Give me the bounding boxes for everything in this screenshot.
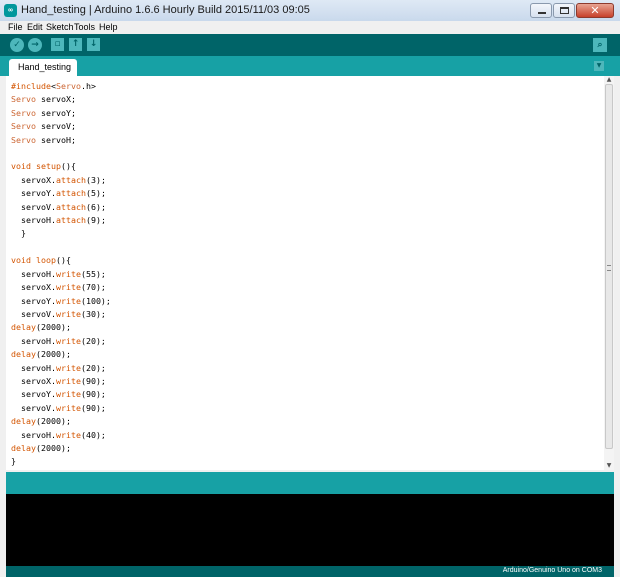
menu-help[interactable]: Help bbox=[99, 21, 118, 33]
tab-bar: Hand_testing ▼ bbox=[0, 56, 620, 76]
code-line[interactable]: Servo servoH; bbox=[11, 135, 76, 145]
title-bar: ∞ Hand_testing | Arduino 1.6.6 Hourly Bu… bbox=[0, 0, 620, 22]
code-editor[interactable]: #include<Servo.h> Servo servoX; Servo se… bbox=[6, 76, 604, 470]
arrow-right-icon: → bbox=[31, 40, 39, 50]
code-line[interactable]: delay(2000); bbox=[11, 416, 71, 426]
right-margin bbox=[614, 76, 620, 470]
minimize-icon bbox=[538, 12, 546, 14]
save-button[interactable]: ↓ bbox=[87, 38, 100, 51]
code-line[interactable]: servoH.write(40); bbox=[11, 430, 106, 440]
code-line[interactable]: servoY.write(90); bbox=[11, 389, 106, 399]
minimize-button[interactable] bbox=[530, 3, 552, 18]
code-line[interactable]: servoX.write(70); bbox=[11, 282, 106, 292]
grip-icon bbox=[607, 265, 611, 271]
code-line[interactable]: void setup(){ bbox=[11, 161, 76, 171]
code-line[interactable]: servoY.attach(5); bbox=[11, 188, 106, 198]
code-line[interactable]: } bbox=[11, 228, 26, 238]
magnifier-icon: ⌕ bbox=[597, 40, 603, 50]
code-line[interactable]: servoY.write(100); bbox=[11, 296, 111, 306]
close-icon: ✕ bbox=[590, 4, 600, 17]
code-line[interactable]: servoH.write(20); bbox=[11, 363, 106, 373]
code-line[interactable]: servoX.write(90); bbox=[11, 376, 106, 386]
menu-file[interactable]: File bbox=[8, 21, 23, 33]
scroll-up-icon[interactable]: ▲ bbox=[604, 76, 614, 84]
upload-button[interactable]: → bbox=[28, 38, 42, 52]
code-line[interactable]: servoH.write(20); bbox=[11, 336, 106, 346]
status-bar: Arduino/Genuino Uno on COM3 bbox=[6, 566, 614, 577]
code-line[interactable]: servoV.attach(6); bbox=[11, 202, 106, 212]
menu-sketch[interactable]: Sketch bbox=[46, 21, 74, 33]
maximize-icon bbox=[560, 7, 569, 14]
code-line[interactable]: servoX.attach(3); bbox=[11, 175, 106, 185]
code-line[interactable]: servoH.write(55); bbox=[11, 269, 106, 279]
message-area bbox=[6, 472, 614, 494]
editor-scrollbar[interactable]: ▲ ▼ bbox=[604, 76, 614, 470]
code-line[interactable]: #include<Servo.h> bbox=[11, 81, 96, 91]
tab-hand-testing[interactable]: Hand_testing bbox=[9, 59, 77, 76]
new-file-icon: ▫ bbox=[54, 39, 61, 49]
console-output[interactable] bbox=[6, 494, 614, 566]
maximize-button[interactable] bbox=[553, 3, 575, 18]
code-line[interactable]: servoH.attach(9); bbox=[11, 215, 106, 225]
code-line[interactable]: Servo servoV; bbox=[11, 121, 76, 131]
code-line[interactable]: } bbox=[11, 456, 16, 466]
scroll-down-icon[interactable]: ▼ bbox=[604, 462, 614, 470]
open-button[interactable]: ↑ bbox=[69, 38, 82, 51]
board-port-status: Arduino/Genuino Uno on COM3 bbox=[502, 567, 602, 574]
code-line[interactable]: servoV.write(30); bbox=[11, 309, 106, 319]
right-margin-lower bbox=[614, 470, 620, 577]
close-button[interactable]: ✕ bbox=[576, 3, 614, 18]
chevron-down-icon: ▼ bbox=[596, 62, 602, 69]
code-text[interactable]: #include<Servo.h> Servo servoX; Servo se… bbox=[11, 80, 111, 469]
scrollbar-thumb[interactable] bbox=[605, 84, 613, 449]
window-controls: ✕ bbox=[529, 3, 614, 18]
verify-button[interactable]: ✓ bbox=[10, 38, 24, 52]
menu-bar: File Edit Sketch Tools Help bbox=[0, 21, 620, 34]
tab-menu-button[interactable]: ▼ bbox=[594, 61, 604, 71]
arrow-up-icon: ↑ bbox=[71, 39, 80, 49]
arrow-down-icon: ↓ bbox=[89, 39, 98, 49]
toolbar: ✓ → ▫ ↑ ↓ ⌕ bbox=[0, 34, 620, 56]
code-line[interactable]: Servo servoY; bbox=[11, 108, 76, 118]
menu-tools[interactable]: Tools bbox=[74, 21, 95, 33]
new-button[interactable]: ▫ bbox=[51, 38, 64, 51]
tab-label: Hand_testing bbox=[18, 62, 72, 72]
code-line[interactable]: delay(2000); bbox=[11, 443, 71, 453]
code-line[interactable]: Servo servoX; bbox=[11, 94, 76, 104]
check-icon: ✓ bbox=[13, 40, 21, 50]
code-line[interactable]: servoV.write(90); bbox=[11, 403, 106, 413]
menu-edit[interactable]: Edit bbox=[27, 21, 43, 33]
window-title: Hand_testing | Arduino 1.6.6 Hourly Buil… bbox=[21, 4, 310, 16]
code-line[interactable]: void loop(){ bbox=[11, 255, 71, 265]
code-line[interactable]: delay(2000); bbox=[11, 349, 71, 359]
arduino-logo-icon: ∞ bbox=[4, 4, 17, 17]
code-line[interactable]: delay(2000); bbox=[11, 322, 71, 332]
serial-monitor-button[interactable]: ⌕ bbox=[593, 38, 607, 52]
